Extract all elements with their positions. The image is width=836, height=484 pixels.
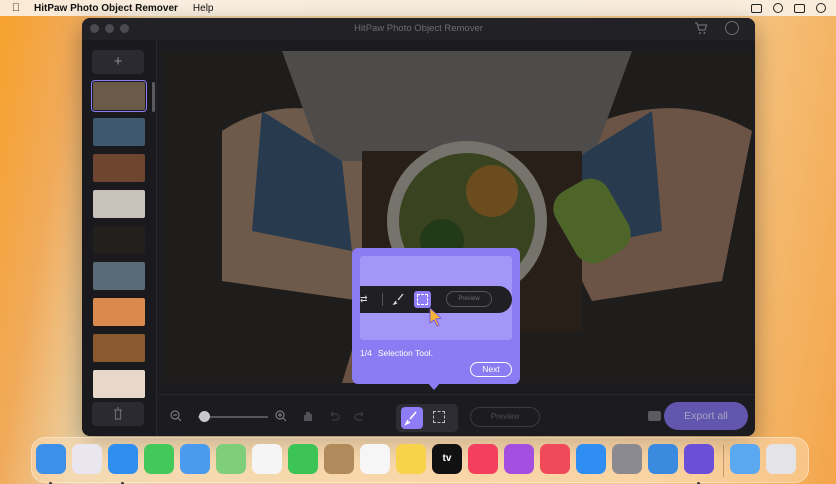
system-settings-icon[interactable] [612, 444, 642, 474]
tooltip-arrow [427, 382, 441, 390]
menu-app-name[interactable]: HitPaw Photo Object Remover [34, 3, 178, 14]
search-icon[interactable] [773, 3, 783, 13]
messages-icon[interactable] [144, 444, 174, 474]
hitpaw-icon[interactable] [648, 444, 678, 474]
thumbnail-list [91, 80, 147, 406]
control-center-icon[interactable] [794, 3, 805, 13]
facetime-icon[interactable] [288, 444, 318, 474]
launchpad-icon[interactable] [72, 444, 102, 474]
news-icon[interactable] [540, 444, 570, 474]
preview-button[interactable]: Preview [470, 407, 540, 427]
thumbnail-warm-room-photo[interactable] [93, 334, 145, 362]
maps-icon[interactable] [216, 444, 246, 474]
reminders-icon[interactable] [360, 444, 390, 474]
status-area [751, 0, 826, 16]
dock: tv [31, 437, 809, 484]
thumbnail-sunset-photo[interactable] [93, 298, 145, 326]
demo-rectangle-tool [414, 291, 431, 308]
trash-icon[interactable] [766, 444, 796, 474]
tooltip-step: 1/4 [360, 348, 372, 358]
undo-icon[interactable] [328, 410, 340, 422]
trash-icon [114, 407, 122, 420]
zoom-in-icon[interactable] [275, 410, 287, 422]
thumbnail-car-photo[interactable] [93, 262, 145, 290]
menu-bar:  HitPaw Photo Object Remover Help [0, 0, 836, 16]
app-store-icon[interactable] [576, 444, 606, 474]
siri-icon[interactable] [816, 3, 826, 13]
menu-help[interactable]: Help [193, 3, 214, 14]
contacts-icon[interactable] [324, 444, 354, 474]
photos-icon[interactable] [252, 444, 282, 474]
cursor-arrow-icon [429, 307, 442, 327]
demo-brush-icon [392, 293, 404, 306]
demo-swap-icon: ⇄ [360, 294, 368, 304]
tooltip-text: 1/4 Selection Tool. [360, 348, 433, 358]
sidebar-scrollbar[interactable] [152, 82, 155, 112]
thumbnail-indoor-photo[interactable] [93, 154, 145, 182]
apple-tv-icon[interactable]: tv [432, 444, 462, 474]
cart-icon[interactable] [694, 21, 708, 35]
apple-logo-icon[interactable]:  [10, 2, 22, 14]
battery-icon[interactable] [751, 3, 762, 13]
image-list-sidebar: + [82, 40, 157, 436]
thumbnail-beach-photo[interactable] [93, 190, 145, 218]
title-bar: HitPaw Photo Object Remover [82, 18, 755, 40]
redo-icon[interactable] [354, 410, 366, 422]
window-title: HitPaw Photo Object Remover [354, 23, 483, 34]
tooltip-demo-image: ⇄ Preview [360, 256, 512, 340]
bottom-toolbar: Preview Export all [158, 394, 755, 436]
demo-preview-button: Preview [446, 291, 492, 307]
thumbnail-dark-lights-photo[interactable] [93, 226, 145, 254]
mail-icon[interactable] [180, 444, 210, 474]
next-button[interactable]: Next [470, 362, 512, 377]
thumbnail-light-photo[interactable] [93, 370, 145, 398]
podcasts-icon[interactable] [504, 444, 534, 474]
notes-icon[interactable] [396, 444, 426, 474]
thumbnail-food-bowl-photo[interactable] [91, 80, 147, 112]
demo-separator [382, 293, 383, 306]
brush-icon [404, 411, 417, 426]
selection-tool-group [396, 404, 458, 432]
onboarding-tooltip: ⇄ Preview 1/4 Selection Tool. Next [352, 248, 520, 384]
demo-rectangle-icon [417, 294, 428, 305]
finder-icon[interactable] [36, 444, 66, 474]
folder-icon[interactable] [648, 411, 661, 421]
photo-object-remover-icon[interactable] [684, 444, 714, 474]
export-all-button[interactable]: Export all [664, 402, 748, 430]
brush-tool-button[interactable] [401, 407, 423, 429]
delete-image-button[interactable] [92, 402, 144, 426]
dock-separator [723, 445, 724, 477]
hand-icon[interactable] [302, 410, 314, 422]
user-icon[interactable] [725, 21, 739, 35]
downloads-folder-icon[interactable] [730, 444, 760, 474]
add-image-button[interactable]: + [92, 50, 144, 74]
music-icon[interactable] [468, 444, 498, 474]
tooltip-message: Selection Tool. [377, 348, 433, 358]
thumbnail-night-scene-photo[interactable] [93, 118, 145, 146]
rectangle-select-icon[interactable] [433, 411, 445, 423]
zoom-slider-knob[interactable] [198, 411, 210, 422]
zoom-out-icon[interactable] [170, 410, 182, 422]
safari-icon[interactable] [108, 444, 138, 474]
